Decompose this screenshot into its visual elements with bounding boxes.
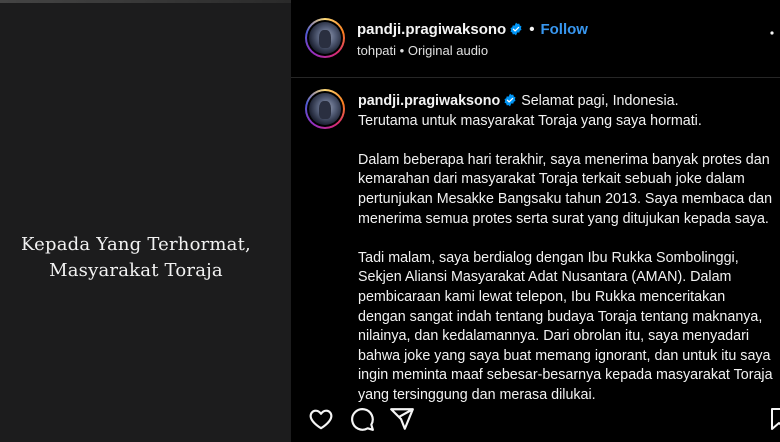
verified-badge-icon (509, 22, 523, 36)
audio-attribution: tohpati • Original audio (357, 43, 488, 58)
post-panel: pandji.pragiwaksono • Follow tohpati • Ori… (291, 0, 780, 442)
comment-avatar[interactable] (305, 89, 345, 129)
avatar[interactable] (305, 18, 345, 58)
comment-author[interactable]: pandji.pragiwaksono (358, 93, 500, 109)
media-top-strip (0, 0, 291, 3)
follow-button[interactable]: Follow (540, 21, 588, 38)
header-separator: • (529, 21, 535, 38)
media-caption-line-2: Masyarakat Toraja (49, 260, 223, 281)
heart-icon[interactable] (308, 406, 334, 432)
more-options-icon[interactable] (764, 25, 780, 41)
comment-paragraph-3: Tadi malam, saya berdialog dengan Ibu Ru… (358, 249, 773, 403)
action-bar (291, 400, 780, 442)
audio-separator: • (396, 43, 408, 58)
comment-paragraph-1: pandji.pragiwaksono Selamat pagi, Indone… (358, 92, 776, 131)
caption-comment: pandji.pragiwaksono Selamat pagi, Indone… (358, 92, 776, 425)
header-username[interactable]: pandji.pragiwaksono (357, 21, 506, 38)
post-header: pandji.pragiwaksono • Follow tohpati • Ori… (291, 0, 780, 78)
profile-photo (309, 22, 341, 54)
audio-source[interactable]: tohpati (357, 43, 396, 58)
header-username-row: pandji.pragiwaksono • Follow (357, 21, 588, 38)
audio-label[interactable]: Original audio (408, 43, 488, 58)
verified-badge-icon (503, 93, 517, 107)
comment-profile-photo (309, 93, 341, 125)
comment-icon[interactable] (349, 406, 375, 432)
share-icon[interactable] (389, 406, 415, 432)
bookmark-icon[interactable] (765, 406, 780, 432)
comment-paragraph-2: Dalam beberapa hari terakhir, saya mener… (358, 151, 773, 227)
media-caption-line-1: Kepada Yang Terhormat, (21, 234, 251, 255)
media-caption: Kepada Yang Terhormat, Masyarakat Toraja (0, 232, 272, 284)
reel-media-panel[interactable]: Kepada Yang Terhormat, Masyarakat Toraja (0, 0, 291, 442)
